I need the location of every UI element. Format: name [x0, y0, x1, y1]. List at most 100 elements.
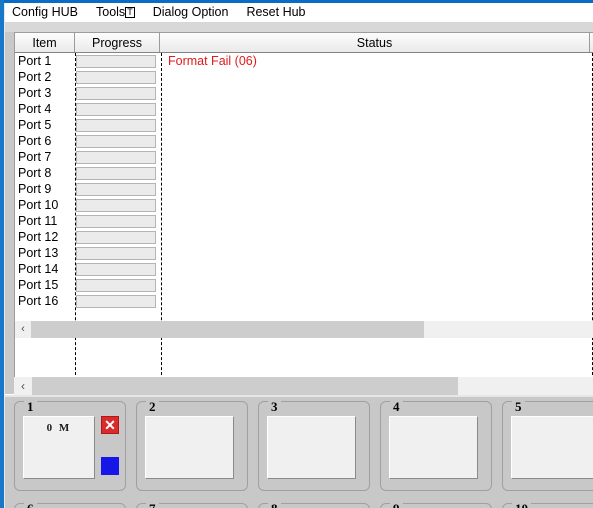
cell-progress — [75, 53, 160, 69]
device-tile[interactable]: 6 — [14, 502, 126, 508]
table-row[interactable]: Port 16 — [15, 293, 593, 309]
device-tile[interactable]: 10 — [502, 502, 593, 508]
cell-item: Port 3 — [18, 86, 52, 100]
device-tile-label: 1 — [24, 400, 37, 413]
cell-item: Port 14 — [18, 262, 59, 276]
cell-progress — [75, 229, 160, 245]
cell-item: Port 11 — [18, 214, 58, 228]
progress-bar — [76, 278, 156, 292]
toolbar-strip — [5, 22, 593, 32]
device-tile-row-1: 1 0 M ✕ 2 3 4 5 — [14, 400, 593, 491]
cell-item: Port 5 — [18, 118, 52, 132]
cell-item: Port 1 — [18, 54, 52, 68]
progress-bar — [76, 262, 156, 276]
outer-horizontal-scrollbar[interactable]: ‹ — [14, 377, 593, 395]
table-row[interactable]: Port 9 — [15, 181, 593, 197]
cell-progress — [75, 197, 160, 213]
device-tile-label: 5 — [512, 400, 525, 413]
cell-progress — [75, 133, 160, 149]
progress-bar — [76, 118, 156, 132]
column-header-status[interactable]: Status — [160, 33, 590, 52]
device-tile-label: 7 — [146, 502, 159, 508]
cell-progress — [75, 277, 160, 293]
progress-bar — [76, 134, 156, 148]
table-row[interactable]: Port 7 — [15, 149, 593, 165]
device-tile[interactable]: 7 — [136, 502, 248, 508]
device-tile[interactable]: 2 — [136, 400, 248, 491]
cell-progress — [75, 101, 160, 117]
cell-item: Port 7 — [18, 150, 52, 164]
app-window: Config HUB Tools T Dialog Option Reset Hu… — [0, 0, 593, 508]
device-tile-screen — [389, 416, 478, 479]
device-tile-row-2: 6 7 8 9 10 — [14, 502, 593, 508]
column-header-progress[interactable]: Progress — [75, 33, 160, 52]
device-tile-label: 4 — [390, 400, 403, 413]
scroll-left-arrow-icon[interactable]: ‹ — [15, 321, 31, 338]
table-row[interactable]: Port 6 — [15, 133, 593, 149]
cell-progress — [75, 181, 160, 197]
port-list: Item Progress Status Port 1 Format Fail (… — [14, 32, 593, 394]
menu-item-dialog-option-label: Dialog Option — [152, 4, 229, 19]
device-tile[interactable]: 8 — [258, 502, 370, 508]
progress-bar — [76, 166, 156, 180]
menu-item-tools-mnemonic: T — [125, 6, 135, 18]
cell-progress — [75, 213, 160, 229]
outer-scrollbar-track[interactable] — [32, 377, 593, 395]
table-row[interactable]: Port 4 — [15, 101, 593, 117]
outer-scrollbar-thumb[interactable] — [32, 377, 459, 395]
menu-item-config-hub[interactable]: Config HUB — [5, 4, 87, 22]
device-tile[interactable]: 3 — [258, 400, 370, 491]
device-tile[interactable]: 1 0 M ✕ — [14, 400, 126, 491]
cell-progress — [75, 117, 160, 133]
menu-item-tools[interactable]: Tools T — [87, 4, 144, 22]
menu-item-reset-hub-label: Reset Hub — [246, 4, 306, 19]
menu-item-reset-hub[interactable]: Reset Hub — [237, 4, 314, 22]
column-header-item[interactable]: Item — [15, 33, 75, 52]
cell-progress — [75, 261, 160, 277]
cell-progress — [75, 165, 160, 181]
device-tile-screen: 0 M — [23, 416, 95, 479]
outer-scroll-left-arrow-icon[interactable]: ‹ — [14, 377, 32, 395]
port-list-header: Item Progress Status — [15, 33, 593, 53]
cell-item: Port 9 — [18, 182, 52, 196]
progress-bar — [76, 230, 156, 244]
inner-horizontal-scrollbar[interactable]: ‹ — [15, 321, 593, 338]
menu-item-config-hub-label: Config HUB — [12, 4, 78, 19]
table-row[interactable]: Port 13 — [15, 245, 593, 261]
device-tile-screen — [145, 416, 234, 479]
table-row[interactable]: Port 1 Format Fail (06) — [15, 53, 593, 69]
inner-scrollbar-thumb[interactable] — [31, 321, 425, 338]
menu-bar: Config HUB Tools T Dialog Option Reset Hu… — [5, 3, 593, 22]
error-x-icon: ✕ — [101, 416, 119, 434]
table-row[interactable]: Port 11 — [15, 213, 593, 229]
device-tile-panel: 1 0 M ✕ 2 3 4 5 6 7 8 9 10 — [5, 395, 593, 508]
table-row[interactable]: Port 8 — [15, 165, 593, 181]
device-tile[interactable]: 5 — [502, 400, 593, 491]
progress-bar — [76, 198, 156, 212]
table-row[interactable]: Port 12 — [15, 229, 593, 245]
table-row[interactable]: Port 14 — [15, 261, 593, 277]
cell-item: Port 4 — [18, 102, 52, 116]
device-tile[interactable]: 4 — [380, 400, 492, 491]
progress-bar — [76, 102, 156, 116]
table-row[interactable]: Port 10 — [15, 197, 593, 213]
column-header-progress-label: Progress — [91, 35, 143, 50]
table-row[interactable]: Port 5 — [15, 117, 593, 133]
device-tile-label: 3 — [268, 400, 281, 413]
cell-item: Port 8 — [18, 166, 52, 180]
table-row[interactable]: Port 3 — [15, 85, 593, 101]
menu-item-dialog-option[interactable]: Dialog Option — [144, 4, 238, 22]
cell-progress — [75, 149, 160, 165]
table-row[interactable]: Port 2 — [15, 69, 593, 85]
menu-item-tools-label: Tools — [96, 4, 126, 19]
cell-progress — [75, 69, 160, 85]
device-tile[interactable]: 9 — [380, 502, 492, 508]
table-row[interactable]: Port 15 — [15, 277, 593, 293]
inner-scrollbar-track[interactable] — [31, 321, 593, 338]
device-tile-label: 6 — [24, 502, 37, 508]
cell-progress — [75, 85, 160, 101]
cell-item: Port 15 — [18, 278, 59, 292]
cell-progress — [75, 293, 160, 309]
column-header-status-label: Status — [356, 35, 393, 50]
device-tile-screen — [267, 416, 356, 479]
